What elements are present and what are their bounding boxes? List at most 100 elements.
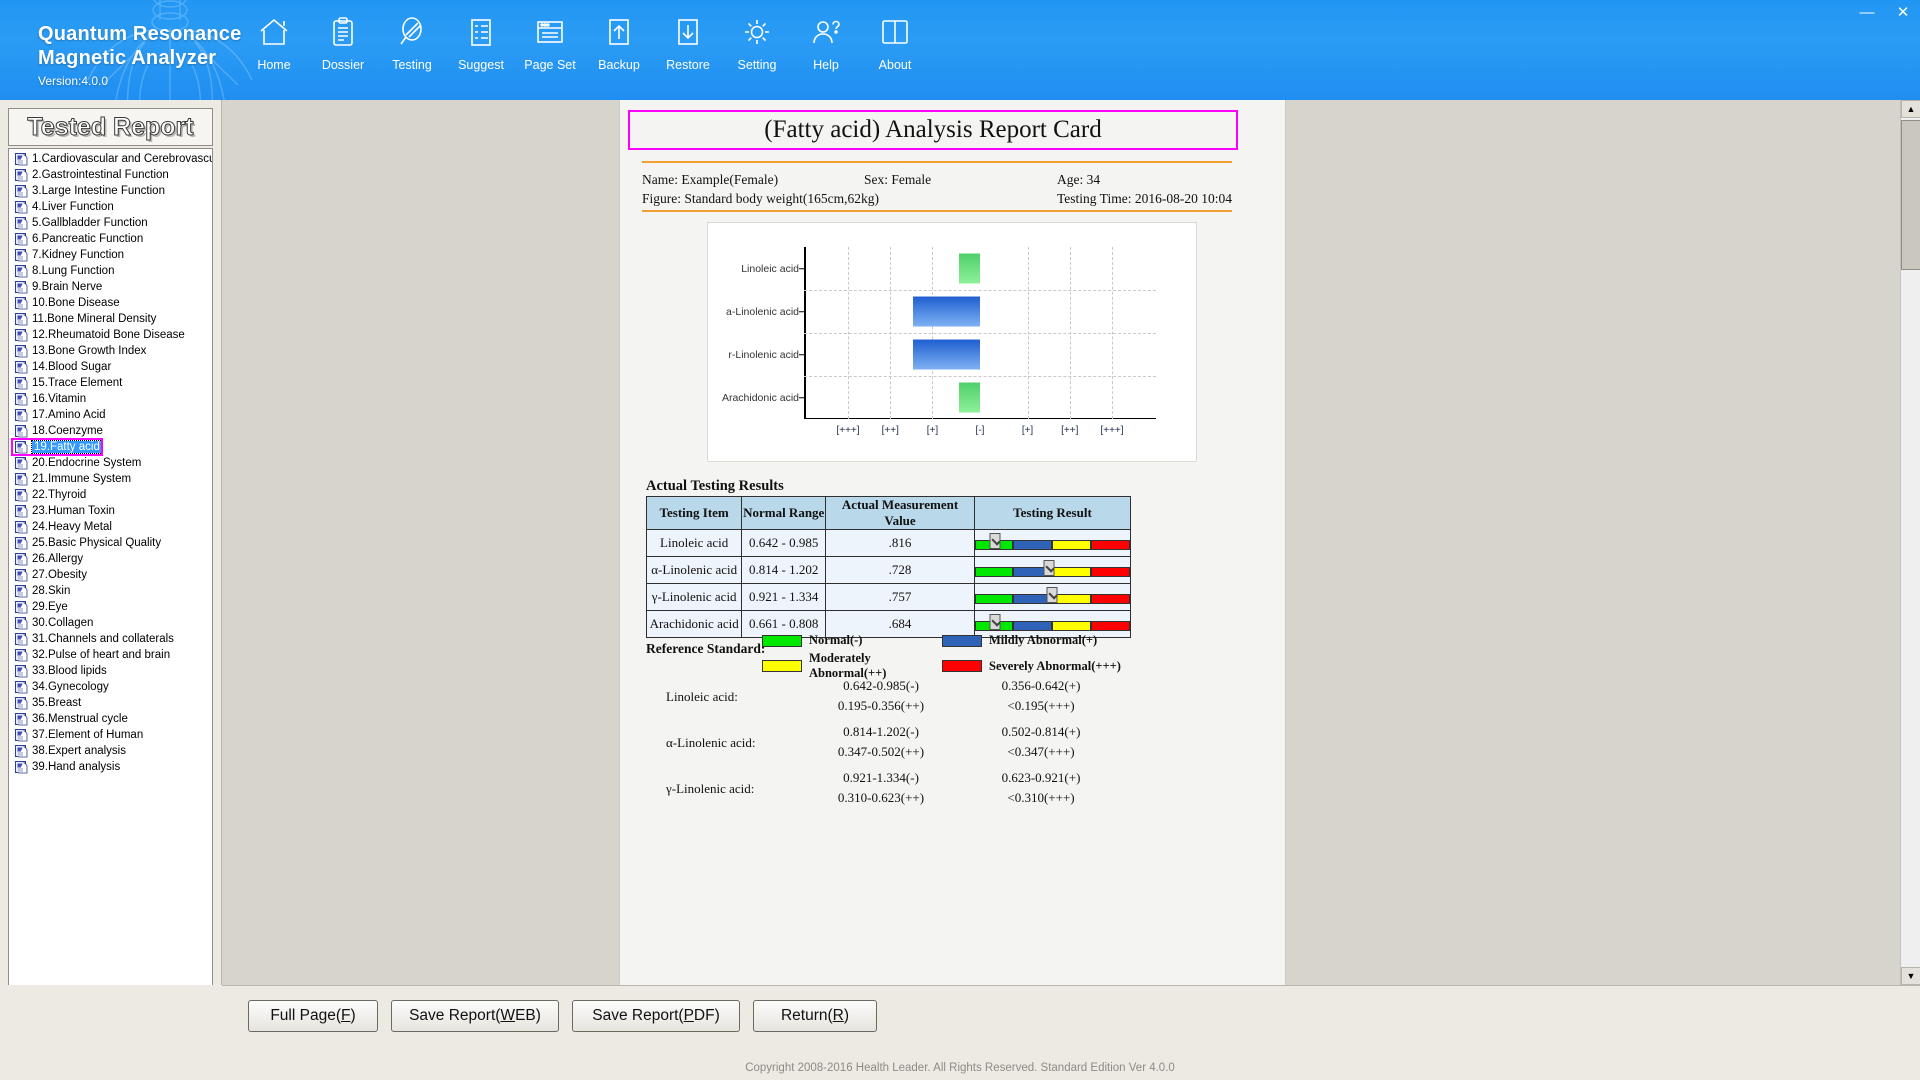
save-report-pdf-button[interactable]: Save Report(P DF): [572, 1000, 740, 1032]
sidebar-item-3[interactable]: 3.Large Intestine Function: [9, 183, 212, 199]
chart-gridline-h: [804, 290, 1156, 291]
cell-normal-range: 0.814 - 1.202: [741, 556, 827, 584]
scroll-down-arrow[interactable]: ▼: [1901, 967, 1920, 985]
nav-label-help: Help: [813, 58, 839, 72]
table-row: Linoleic acid 0.642 - 0.985.816: [645, 529, 1132, 557]
result-gauge: [974, 586, 1130, 604]
minimize-button[interactable]: —: [1856, 4, 1878, 22]
chart-gridline-v: [1069, 247, 1071, 419]
header-actual-value: Actual Measurement Value: [825, 496, 975, 530]
report-title-box: (Fatty acid) Analysis Report Card: [628, 110, 1238, 150]
tested-report-title: Tested Report: [27, 112, 194, 141]
nav-item-restore[interactable]: Restore: [654, 10, 722, 72]
nav-item-help[interactable]: Help: [792, 10, 860, 72]
tested-report-header: Tested Report: [8, 108, 213, 146]
magnifier-icon: [395, 10, 429, 54]
nav-item-backup[interactable]: Backup: [585, 10, 653, 72]
report-document-icon: [15, 312, 28, 326]
nav-item-page-set[interactable]: Page Set: [516, 10, 584, 72]
sidebar-item-2[interactable]: 2.Gastrointestinal Function: [9, 167, 212, 183]
sidebar-item-13[interactable]: 13.Bone Growth Index: [9, 343, 212, 359]
sidebar-item-11[interactable]: 11.Bone Mineral Density: [9, 311, 212, 327]
sidebar-item-label: 12.Rheumatoid Bone Disease: [32, 329, 185, 341]
home-icon: [257, 10, 291, 54]
sidebar-item-18[interactable]: 18.Coenzyme: [9, 423, 212, 439]
sidebar-item-28[interactable]: 28.Skin: [9, 583, 212, 599]
report-document-icon: [15, 200, 28, 214]
sidebar-item-9[interactable]: 9.Brain Nerve: [9, 279, 212, 295]
patient-figure: Figure: Standard body weight(165cm,62kg): [642, 190, 879, 206]
sidebar-item-31[interactable]: 31.Channels and collaterals: [9, 631, 212, 647]
sidebar-item-32[interactable]: 32.Pulse of heart and brain: [9, 647, 212, 663]
patient-info-row-1: Name: Example(Female) Sex: Female Age: 3…: [642, 170, 1232, 189]
sidebar-item-35[interactable]: 35.Breast: [9, 695, 212, 711]
clipboard-icon: [326, 10, 360, 54]
sidebar-item-20[interactable]: 20.Endocrine System: [9, 455, 212, 471]
sidebar-item-4[interactable]: 4.Liver Function: [9, 199, 212, 215]
sidebar-item-15[interactable]: 15.Trace Element: [9, 375, 212, 391]
gauge-segment-mild: [1012, 539, 1052, 550]
sidebar-item-38[interactable]: 38.Expert analysis: [9, 743, 212, 759]
save-report-web-button[interactable]: Save Report(W EB): [391, 1000, 559, 1032]
sidebar-item-14[interactable]: 14.Blood Sugar: [9, 359, 212, 375]
cell-actual-value: .816: [825, 529, 975, 557]
sidebar-item-25[interactable]: 25.Basic Physical Quality: [9, 535, 212, 551]
sidebar-item-23[interactable]: 23.Human Toxin: [9, 503, 212, 519]
return-button[interactable]: Return(R): [753, 1000, 877, 1032]
viewer-vertical-scrollbar[interactable]: ▲ ▼: [1900, 100, 1920, 985]
nav-item-testing[interactable]: Testing: [378, 10, 446, 72]
cell-testing-item: α-Linolenic acid: [645, 556, 743, 584]
sidebar-item-16[interactable]: 16.Vitamin: [9, 391, 212, 407]
sidebar-item-24[interactable]: 24.Heavy Metal: [9, 519, 212, 535]
nav-item-dossier[interactable]: Dossier: [309, 10, 377, 72]
sidebar-item-36[interactable]: 36.Menstrual cycle: [9, 711, 212, 727]
report-document-icon: [15, 216, 28, 230]
sidebar-item-12[interactable]: 12.Rheumatoid Bone Disease: [9, 327, 212, 343]
sidebar-item-8[interactable]: 8.Lung Function: [9, 263, 212, 279]
nav-item-about[interactable]: About: [861, 10, 929, 72]
sidebar-item-34[interactable]: 34.Gynecology: [9, 679, 212, 695]
sidebar-item-27[interactable]: 27.Obesity: [9, 567, 212, 583]
nav-item-suggest[interactable]: Suggest: [447, 10, 515, 72]
report-tree-list[interactable]: 1.Cardiovascular and Cerebrovascular 2.Ga…: [9, 151, 212, 1031]
left-panel: Tested Report 1.Cardiovascular and Cereb…: [0, 100, 222, 1080]
chart-y-tick: [799, 353, 804, 356]
chart-x-tick-label: [+++]: [1100, 425, 1124, 436]
sidebar-item-5[interactable]: 5.Gallbladder Function: [9, 215, 212, 231]
report-document-icon: [15, 568, 28, 582]
sidebar-item-label: 36.Menstrual cycle: [32, 713, 128, 725]
header-testing-item: Testing Item: [645, 496, 743, 530]
results-table-body: Linoleic acid 0.642 - 0.985.816 α-Linoleni…: [645, 529, 1132, 638]
sidebar-item-1[interactable]: 1.Cardiovascular and Cerebrovascular: [9, 151, 212, 167]
cell-testing-item: Linoleic acid: [645, 529, 743, 557]
sidebar-item-17[interactable]: 17.Amino Acid: [9, 407, 212, 423]
legend-entry: Moderately Abnormal(++): [762, 651, 942, 681]
sidebar-item-39[interactable]: 39.Hand analysis: [9, 759, 212, 775]
viewer-scrollbar-thumb[interactable]: [1901, 120, 1920, 270]
chart-x-tick-label: [+]: [1021, 425, 1034, 436]
sidebar-item-19[interactable]: 19.Fatty acid: [9, 439, 212, 455]
sidebar-item-29[interactable]: 29.Eye: [9, 599, 212, 615]
sidebar-item-21[interactable]: 21.Immune System: [9, 471, 212, 487]
nav-label-setting: Setting: [737, 58, 777, 72]
report-document-icon: [15, 472, 28, 486]
sidebar-item-22[interactable]: 22.Thyroid: [9, 487, 212, 503]
sidebar-item-6[interactable]: 6.Pancreatic Function: [9, 231, 212, 247]
nav-item-setting[interactable]: Setting: [723, 10, 791, 72]
sidebar-item-26[interactable]: 26.Allergy: [9, 551, 212, 567]
window-icon: [533, 10, 567, 54]
save-web-label-a: Save Report(: [409, 1007, 501, 1024]
report-document-icon: [15, 680, 28, 694]
nav-label-restore: Restore: [666, 58, 710, 72]
sidebar-item-33[interactable]: 33.Blood lipids: [9, 663, 212, 679]
sidebar-item-37[interactable]: 37.Element of Human: [9, 727, 212, 743]
nav-item-home[interactable]: Home: [240, 10, 308, 72]
save-pdf-label-a: Save Report(: [592, 1007, 684, 1024]
sidebar-item-10[interactable]: 10.Bone Disease: [9, 295, 212, 311]
report-tree-box[interactable]: 1.Cardiovascular and Cerebrovascular 2.Ga…: [8, 148, 213, 1078]
sidebar-item-7[interactable]: 7.Kidney Function: [9, 247, 212, 263]
scroll-up-arrow[interactable]: ▲: [1901, 100, 1920, 118]
sidebar-item-30[interactable]: 30.Collagen: [9, 615, 212, 631]
full-page-button[interactable]: Full Page(F): [248, 1000, 378, 1032]
close-button[interactable]: ✕: [1892, 4, 1914, 22]
